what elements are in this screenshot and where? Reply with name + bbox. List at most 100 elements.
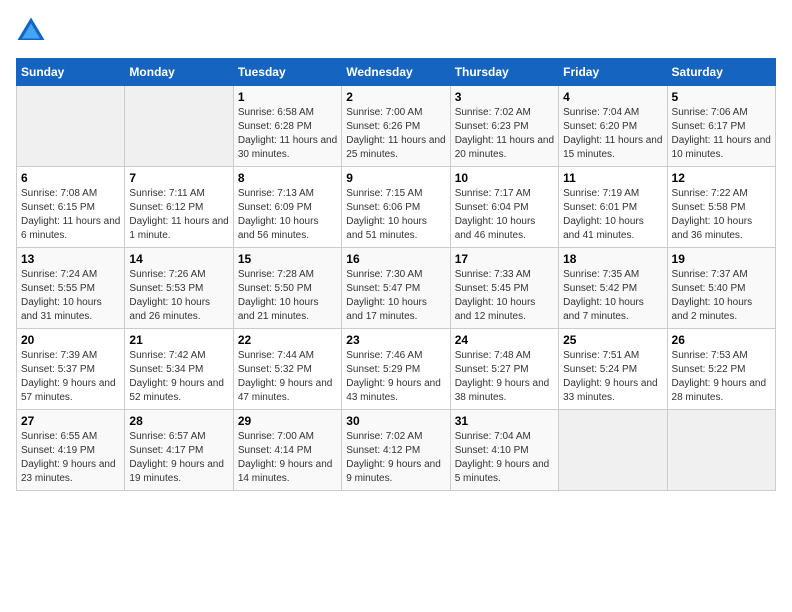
day-info: Sunrise: 6:57 AM Sunset: 4:17 PM Dayligh… <box>129 430 228 486</box>
day-number: 8 <box>238 171 337 185</box>
day-info: Sunrise: 7:35 AM Sunset: 5:42 PM Dayligh… <box>563 268 662 324</box>
day-info: Sunrise: 7:19 AM Sunset: 6:01 PM Dayligh… <box>563 187 662 243</box>
day-number: 16 <box>346 252 445 266</box>
day-number: 27 <box>21 414 120 428</box>
day-number: 26 <box>672 333 771 347</box>
day-number: 10 <box>455 171 554 185</box>
day-info: Sunrise: 7:04 AM Sunset: 4:10 PM Dayligh… <box>455 430 554 486</box>
header-day-tuesday: Tuesday <box>233 59 341 86</box>
day-number: 13 <box>21 252 120 266</box>
day-info: Sunrise: 7:00 AM Sunset: 6:26 PM Dayligh… <box>346 106 445 162</box>
calendar-cell: 19 Sunrise: 7:37 AM Sunset: 5:40 PM Dayli… <box>667 248 775 329</box>
day-number: 18 <box>563 252 662 266</box>
calendar-cell: 8 Sunrise: 7:13 AM Sunset: 6:09 PM Daylig… <box>233 167 341 248</box>
calendar-cell: 20 Sunrise: 7:39 AM Sunset: 5:37 PM Dayli… <box>17 329 125 410</box>
day-info: Sunrise: 7:08 AM Sunset: 6:15 PM Dayligh… <box>21 187 120 243</box>
day-info: Sunrise: 7:51 AM Sunset: 5:24 PM Dayligh… <box>563 349 662 405</box>
calendar-cell: 4Sunrise: 7:04 AM Sunset: 6:20 PM Daylig… <box>559 86 667 167</box>
calendar-cell: 22 Sunrise: 7:44 AM Sunset: 5:32 PM Dayli… <box>233 329 341 410</box>
header-day-sunday: Sunday <box>17 59 125 86</box>
calendar-cell: 26 Sunrise: 7:53 AM Sunset: 5:22 PM Dayli… <box>667 329 775 410</box>
calendar-cell: 31 Sunrise: 7:04 AM Sunset: 4:10 PM Dayli… <box>450 410 558 491</box>
day-info: Sunrise: 7:28 AM Sunset: 5:50 PM Dayligh… <box>238 268 337 324</box>
day-number: 19 <box>672 252 771 266</box>
day-number: 17 <box>455 252 554 266</box>
day-info: Sunrise: 7:06 AM Sunset: 6:17 PM Dayligh… <box>672 106 771 162</box>
logo-icon <box>16 16 46 46</box>
day-number: 23 <box>346 333 445 347</box>
day-number: 3 <box>455 90 554 104</box>
calendar-cell <box>125 86 233 167</box>
day-number: 14 <box>129 252 228 266</box>
calendar-table: SundayMondayTuesdayWednesdayThursdayFrid… <box>16 58 776 491</box>
day-info: Sunrise: 7:02 AM Sunset: 6:23 PM Dayligh… <box>455 106 554 162</box>
day-info: Sunrise: 7:48 AM Sunset: 5:27 PM Dayligh… <box>455 349 554 405</box>
logo <box>16 16 50 46</box>
day-number: 7 <box>129 171 228 185</box>
day-number: 21 <box>129 333 228 347</box>
calendar-cell: 28Sunrise: 6:57 AM Sunset: 4:17 PM Dayli… <box>125 410 233 491</box>
day-info: Sunrise: 7:11 AM Sunset: 6:12 PM Dayligh… <box>129 187 228 243</box>
calendar-cell: 29 Sunrise: 7:00 AM Sunset: 4:14 PM Dayli… <box>233 410 341 491</box>
day-info: Sunrise: 7:33 AM Sunset: 5:45 PM Dayligh… <box>455 268 554 324</box>
calendar-cell: 11 Sunrise: 7:19 AM Sunset: 6:01 PM Dayli… <box>559 167 667 248</box>
header-day-friday: Friday <box>559 59 667 86</box>
day-info: Sunrise: 7:15 AM Sunset: 6:06 PM Dayligh… <box>346 187 445 243</box>
day-number: 29 <box>238 414 337 428</box>
calendar-cell: 14 Sunrise: 7:26 AM Sunset: 5:53 PM Dayli… <box>125 248 233 329</box>
calendar-cell: 6 Sunrise: 7:08 AM Sunset: 6:15 PM Daylig… <box>17 167 125 248</box>
calendar-cell: 7 Sunrise: 7:11 AM Sunset: 6:12 PM Daylig… <box>125 167 233 248</box>
day-info: Sunrise: 7:26 AM Sunset: 5:53 PM Dayligh… <box>129 268 228 324</box>
calendar-cell: 23 Sunrise: 7:46 AM Sunset: 5:29 PM Dayli… <box>342 329 450 410</box>
day-number: 24 <box>455 333 554 347</box>
day-number: 11 <box>563 171 662 185</box>
calendar-header-row: SundayMondayTuesdayWednesdayThursdayFrid… <box>17 59 776 86</box>
calendar-week-1: 1Sunrise: 6:58 AM Sunset: 6:28 PM Daylig… <box>17 86 776 167</box>
calendar-cell: 2Sunrise: 7:00 AM Sunset: 6:26 PM Daylig… <box>342 86 450 167</box>
day-info: Sunrise: 7:13 AM Sunset: 6:09 PM Dayligh… <box>238 187 337 243</box>
calendar-cell: 10 Sunrise: 7:17 AM Sunset: 6:04 PM Dayli… <box>450 167 558 248</box>
day-info: Sunrise: 7:53 AM Sunset: 5:22 PM Dayligh… <box>672 349 771 405</box>
calendar-week-3: 13 Sunrise: 7:24 AM Sunset: 5:55 PM Dayli… <box>17 248 776 329</box>
calendar-cell: 18 Sunrise: 7:35 AM Sunset: 5:42 PM Dayli… <box>559 248 667 329</box>
calendar-cell: 5 Sunrise: 7:06 AM Sunset: 6:17 PM Daylig… <box>667 86 775 167</box>
day-number: 9 <box>346 171 445 185</box>
day-info: Sunrise: 7:44 AM Sunset: 5:32 PM Dayligh… <box>238 349 337 405</box>
day-number: 6 <box>21 171 120 185</box>
day-info: Sunrise: 6:55 AM Sunset: 4:19 PM Dayligh… <box>21 430 120 486</box>
calendar-cell: 21Sunrise: 7:42 AM Sunset: 5:34 PM Dayli… <box>125 329 233 410</box>
day-info: Sunrise: 7:37 AM Sunset: 5:40 PM Dayligh… <box>672 268 771 324</box>
calendar-cell: 3 Sunrise: 7:02 AM Sunset: 6:23 PM Daylig… <box>450 86 558 167</box>
calendar-cell: 16Sunrise: 7:30 AM Sunset: 5:47 PM Dayli… <box>342 248 450 329</box>
day-info: Sunrise: 7:46 AM Sunset: 5:29 PM Dayligh… <box>346 349 445 405</box>
calendar-cell: 24 Sunrise: 7:48 AM Sunset: 5:27 PM Dayli… <box>450 329 558 410</box>
calendar-cell: 9 Sunrise: 7:15 AM Sunset: 6:06 PM Daylig… <box>342 167 450 248</box>
day-number: 5 <box>672 90 771 104</box>
header-day-saturday: Saturday <box>667 59 775 86</box>
day-info: Sunrise: 7:02 AM Sunset: 4:12 PM Dayligh… <box>346 430 445 486</box>
header <box>16 16 776 46</box>
calendar-cell <box>17 86 125 167</box>
day-number: 12 <box>672 171 771 185</box>
calendar-cell: 15 Sunrise: 7:28 AM Sunset: 5:50 PM Dayli… <box>233 248 341 329</box>
calendar-cell: 27 Sunrise: 6:55 AM Sunset: 4:19 PM Dayli… <box>17 410 125 491</box>
day-info: Sunrise: 7:00 AM Sunset: 4:14 PM Dayligh… <box>238 430 337 486</box>
day-info: Sunrise: 7:24 AM Sunset: 5:55 PM Dayligh… <box>21 268 120 324</box>
day-number: 31 <box>455 414 554 428</box>
day-number: 30 <box>346 414 445 428</box>
calendar-week-2: 6 Sunrise: 7:08 AM Sunset: 6:15 PM Daylig… <box>17 167 776 248</box>
calendar-cell: 25 Sunrise: 7:51 AM Sunset: 5:24 PM Dayli… <box>559 329 667 410</box>
calendar-cell: 17 Sunrise: 7:33 AM Sunset: 5:45 PM Dayli… <box>450 248 558 329</box>
header-day-wednesday: Wednesday <box>342 59 450 86</box>
day-number: 22 <box>238 333 337 347</box>
day-number: 1 <box>238 90 337 104</box>
day-number: 20 <box>21 333 120 347</box>
calendar-cell <box>667 410 775 491</box>
calendar-cell <box>559 410 667 491</box>
day-info: Sunrise: 7:17 AM Sunset: 6:04 PM Dayligh… <box>455 187 554 243</box>
calendar-week-4: 20 Sunrise: 7:39 AM Sunset: 5:37 PM Dayli… <box>17 329 776 410</box>
calendar-cell: 30 Sunrise: 7:02 AM Sunset: 4:12 PM Dayli… <box>342 410 450 491</box>
day-number: 25 <box>563 333 662 347</box>
day-number: 15 <box>238 252 337 266</box>
day-info: Sunrise: 7:39 AM Sunset: 5:37 PM Dayligh… <box>21 349 120 405</box>
